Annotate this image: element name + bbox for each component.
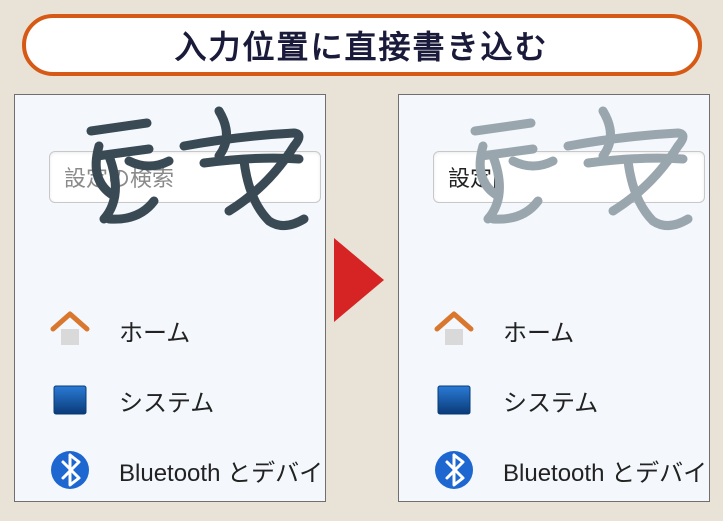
arrow-icon (326, 234, 396, 326)
panel-before: 設定の検索 ホーム (14, 94, 326, 502)
search-value: 設定 (448, 161, 492, 193)
sidebar-item-bluetooth[interactable]: Bluetooth とデバイ (433, 435, 705, 502)
system-icon (49, 379, 91, 421)
sidebar-item-home[interactable]: ホーム (49, 295, 321, 365)
text-caret (494, 164, 496, 190)
sidebar-item-label: Bluetooth とデバイ (503, 453, 707, 488)
sidebar-item-home[interactable]: ホーム (433, 295, 705, 365)
sidebar-item-system[interactable]: システム (49, 365, 321, 435)
bluetooth-icon (433, 449, 475, 491)
system-icon (433, 379, 475, 421)
panel-after: 設定 ホーム (398, 94, 710, 502)
sidebar-item-label: ホーム (503, 313, 574, 348)
sidebar-item-label: システム (503, 383, 598, 418)
sidebar-item-label: システム (119, 383, 214, 418)
search-input-after[interactable]: 設定 (433, 151, 705, 203)
sidebar-item-label: Bluetooth とデバイ (119, 453, 323, 488)
search-placeholder: 設定の検索 (64, 161, 174, 193)
settings-list-after: ホーム システム Bluetooth とデバイ (433, 295, 705, 502)
settings-list-before: ホーム システム Bluetooth とデバイ (49, 295, 321, 502)
headline-text: 入力位置に直接書き込む (174, 22, 548, 68)
search-input-before[interactable]: 設定の検索 (49, 151, 321, 203)
sidebar-item-label: ホーム (119, 313, 190, 348)
home-icon (433, 309, 475, 351)
home-icon (49, 309, 91, 351)
sidebar-item-system[interactable]: システム (433, 365, 705, 435)
panels-row: 設定の検索 ホーム (14, 94, 710, 502)
sidebar-item-bluetooth[interactable]: Bluetooth とデバイ (49, 435, 321, 502)
bluetooth-icon (49, 449, 91, 491)
headline-pill: 入力位置に直接書き込む (22, 14, 702, 76)
